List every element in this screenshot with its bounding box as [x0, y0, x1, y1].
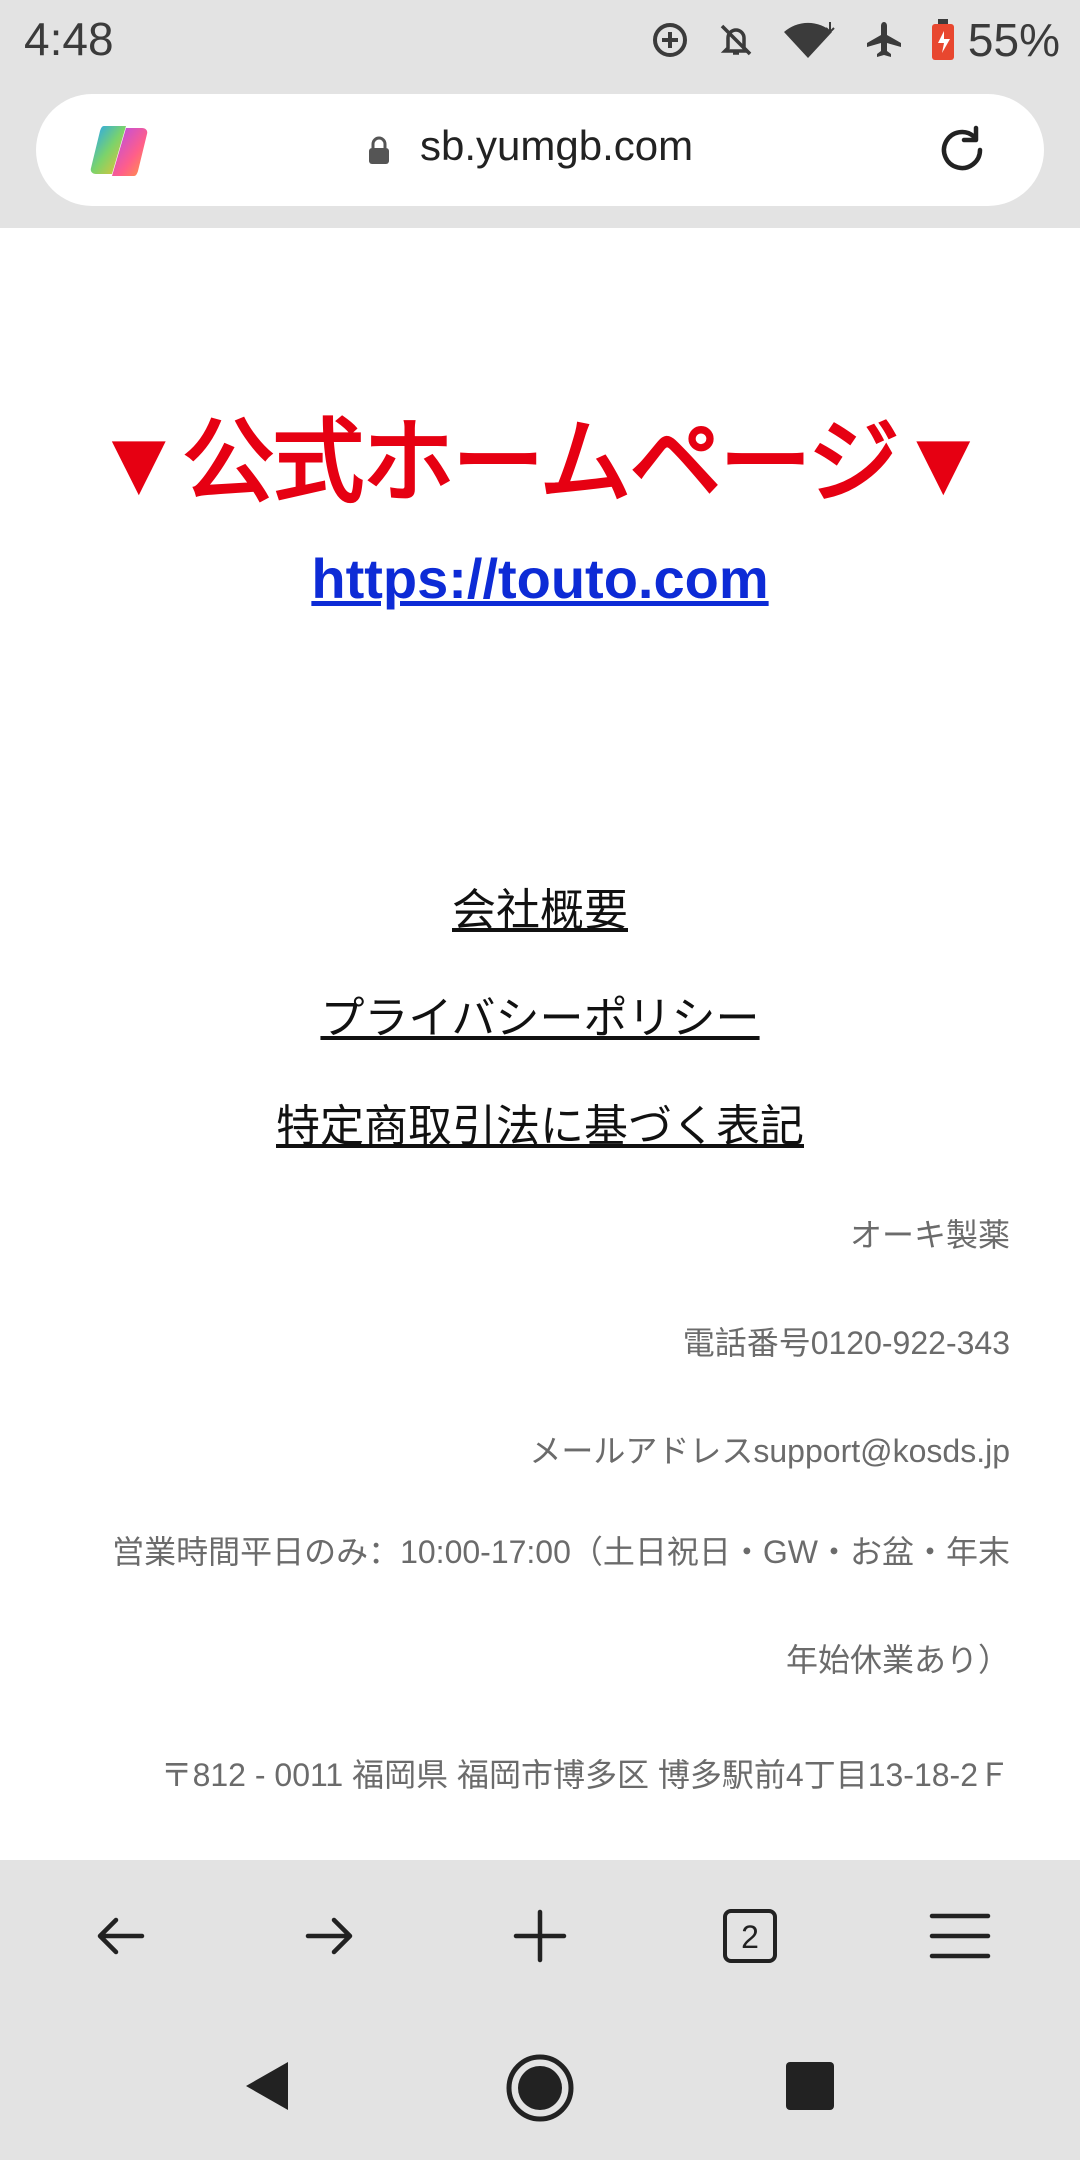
nav-home-icon[interactable]: [504, 2052, 576, 2129]
business-hours: 営業時間平日のみ：10:00-17:00（土日祝日・GW・お盆・年末年始休業あり…: [112, 1534, 1010, 1678]
browser-toolbar: sb.yumgb.com: [0, 80, 1080, 228]
nav-recents-icon[interactable]: [786, 2062, 834, 2115]
commercial-law-link[interactable]: 特定商取引法に基づく表記: [0, 1090, 1080, 1154]
official-site-link[interactable]: https://touto.com: [0, 546, 1080, 611]
privacy-policy-link[interactable]: プライバシーポリシー: [0, 982, 1080, 1046]
page-heading: ▼公式ホームページ▼: [93, 412, 989, 514]
status-icons: 55%: [650, 12, 1060, 68]
forward-arrow-icon[interactable]: [298, 1904, 362, 1968]
email-address: メールアドレスsupport@kosds.jp: [529, 1433, 1010, 1469]
tabs-icon[interactable]: 2: [718, 1904, 782, 1968]
back-arrow-icon[interactable]: [88, 1904, 152, 1968]
postal-address: 〒812 - 0011 福岡県 福岡市博多区 博多駅前4丁目13-18-2Ｆ: [160, 1757, 1010, 1793]
company-name: オーキ製薬: [849, 1217, 1010, 1253]
lock-icon: [366, 136, 392, 171]
url-text[interactable]: sb.yumgb.com: [420, 122, 693, 170]
page-content: ▼公式ホームページ▼ https://touto.com 会社概要 プライバシー…: [0, 228, 1080, 1860]
status-time: 4:48: [24, 13, 114, 65]
tab-count: 2: [741, 1919, 759, 1955]
browser-bottom-toolbar: 2: [0, 1860, 1080, 2010]
new-tab-icon[interactable]: [508, 1904, 572, 1968]
battery-percent: 55%: [967, 14, 1060, 66]
address-bar[interactable]: sb.yumgb.com: [36, 94, 1044, 206]
menu-icon[interactable]: [928, 1904, 992, 1968]
wifi-icon: [782, 20, 838, 60]
copilot-icon[interactable]: [86, 118, 152, 189]
reload-icon[interactable]: [932, 120, 992, 185]
notifications-off-icon: [716, 20, 756, 60]
airplane-mode-icon: [864, 20, 904, 60]
status-bar: 4:48 55%: [0, 0, 1080, 80]
nav-back-icon[interactable]: [240, 2058, 296, 2119]
data-saver-icon: [650, 20, 690, 60]
company-profile-link[interactable]: 会社概要: [0, 874, 1080, 938]
phone-number: 電話番号0120-922-343: [682, 1325, 1010, 1361]
battery-icon: [930, 19, 956, 61]
system-navigation-bar: [0, 2010, 1080, 2160]
